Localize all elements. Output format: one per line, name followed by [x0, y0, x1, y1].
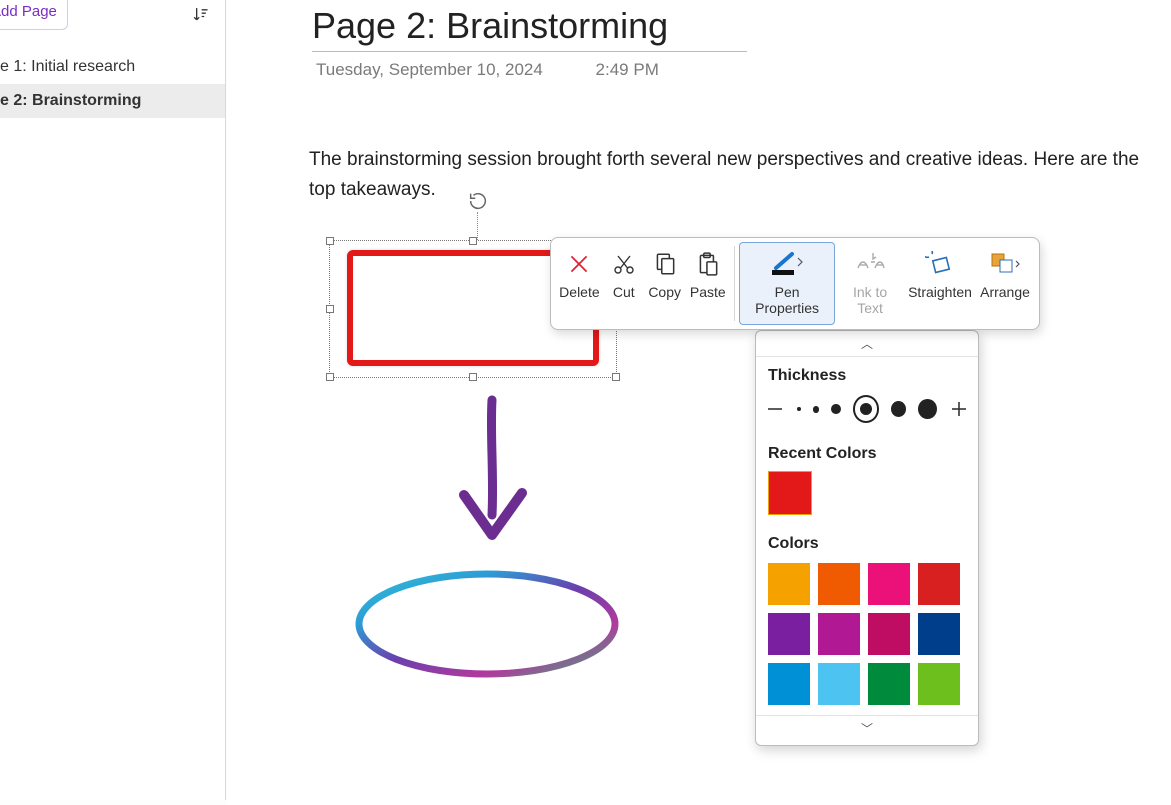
thickness-decrease-button[interactable] — [766, 399, 785, 419]
color-swatch-blue[interactable] — [768, 663, 810, 705]
color-swatch-skyblue[interactable] — [818, 663, 860, 705]
cut-button[interactable]: Cut — [604, 242, 644, 325]
ink-arrow[interactable] — [452, 395, 532, 545]
ink-to-text-button: Ink to Text — [835, 242, 905, 325]
rotate-handle-icon[interactable] — [467, 190, 489, 212]
thickness-option-4-selected[interactable] — [853, 395, 880, 423]
color-swatch-purple[interactable] — [768, 613, 810, 655]
sidebar-item-page2[interactable]: e 2: Brainstorming — [0, 84, 225, 118]
page-header: Page 2: Brainstorming Tuesday, September… — [312, 5, 747, 80]
recent-colors-heading: Recent Colors — [756, 435, 978, 469]
chevron-down-icon: ﹀ — [861, 722, 873, 736]
paste-button[interactable]: Paste — [686, 242, 731, 325]
ink-to-text-icon — [855, 246, 885, 282]
straighten-icon — [925, 246, 955, 282]
color-swatch-lime[interactable] — [918, 663, 960, 705]
resize-handle-sw[interactable] — [326, 373, 334, 381]
thickness-option-2[interactable] — [813, 406, 820, 413]
color-swatch-rose[interactable] — [868, 613, 910, 655]
arrange-label: Arrange — [980, 284, 1030, 300]
add-page-label: Add Page — [0, 3, 57, 20]
page-time: 2:49 PM — [596, 60, 659, 80]
cut-label: Cut — [613, 284, 635, 300]
page-body-text[interactable]: The brainstorming session brought forth … — [309, 145, 1159, 205]
sidebar-item-label: e 1: Initial research — [0, 58, 135, 75]
color-swatch-amber[interactable] — [768, 563, 810, 605]
popover-collapse-button[interactable]: ︿ — [756, 331, 978, 357]
page-title[interactable]: Page 2: Brainstorming — [312, 5, 747, 52]
thickness-increase-button[interactable] — [949, 399, 968, 419]
canvas: Page 2: Brainstorming Tuesday, September… — [227, 0, 1171, 805]
ink-to-text-label: Ink to Text — [841, 284, 899, 316]
resize-handle-s[interactable] — [469, 373, 477, 381]
thickness-option-5[interactable] — [891, 401, 906, 417]
delete-label: Delete — [559, 284, 599, 300]
recent-color-swatch-1[interactable] — [768, 471, 812, 515]
arrange-button[interactable]: Arrange — [975, 242, 1035, 325]
sidebar-item-page1[interactable]: e 1: Initial research — [0, 50, 225, 84]
add-page-button[interactable]: Add Page — [0, 0, 68, 30]
sidebar: Add Page e 1: Initial research e 2: Brai… — [0, 0, 226, 800]
thickness-option-3[interactable] — [831, 404, 840, 414]
delete-button[interactable]: Delete — [555, 242, 604, 325]
color-palette — [756, 559, 978, 715]
resize-handle-w[interactable] — [326, 305, 334, 313]
color-swatch-green[interactable] — [868, 663, 910, 705]
ink-context-toolbar: Delete Cut Copy — [550, 237, 1040, 330]
sort-icon[interactable] — [190, 4, 210, 24]
pen-properties-button[interactable]: Pen Properties — [739, 242, 835, 325]
page-list: e 1: Initial research e 2: Brainstorming — [0, 50, 225, 118]
toolbar-separator — [734, 246, 735, 321]
scissors-icon — [612, 246, 636, 282]
arrange-icon — [989, 246, 1021, 282]
resize-handle-nw[interactable] — [326, 237, 334, 245]
copy-icon — [652, 246, 678, 282]
color-swatch-magenta[interactable] — [818, 613, 860, 655]
sidebar-item-label: e 2: Brainstorming — [0, 92, 141, 109]
page-meta: Tuesday, September 10, 2024 2:49 PM — [312, 60, 747, 80]
pen-icon — [770, 246, 804, 282]
colors-heading: Colors — [756, 525, 978, 559]
color-swatch-orange[interactable] — [818, 563, 860, 605]
color-swatch-red[interactable] — [918, 563, 960, 605]
copy-label: Copy — [648, 284, 681, 300]
resize-handle-se[interactable] — [612, 373, 620, 381]
pen-properties-popover: ︿ Thickness Recent Colors Colors — [755, 330, 979, 746]
thickness-heading: Thickness — [756, 357, 978, 391]
straighten-label: Straighten — [908, 284, 972, 300]
popover-expand-button[interactable]: ﹀ — [756, 715, 978, 741]
paste-icon — [695, 246, 721, 282]
thickness-option-1[interactable] — [797, 407, 801, 411]
page-date: Tuesday, September 10, 2024 — [316, 60, 543, 80]
paste-label: Paste — [690, 284, 726, 300]
pen-properties-label: Pen Properties — [745, 284, 829, 316]
straighten-button[interactable]: Straighten — [905, 242, 975, 325]
chevron-up-icon: ︿ — [861, 337, 873, 351]
thickness-picker — [756, 391, 978, 435]
resize-handle-n[interactable] — [469, 237, 477, 245]
copy-button[interactable]: Copy — [644, 242, 686, 325]
ink-ellipse[interactable] — [352, 565, 622, 683]
thickness-option-6[interactable] — [918, 399, 937, 419]
delete-icon — [566, 246, 592, 282]
rotate-handle-line — [477, 212, 479, 240]
color-swatch-pink[interactable] — [868, 563, 910, 605]
color-swatch-navy[interactable] — [918, 613, 960, 655]
